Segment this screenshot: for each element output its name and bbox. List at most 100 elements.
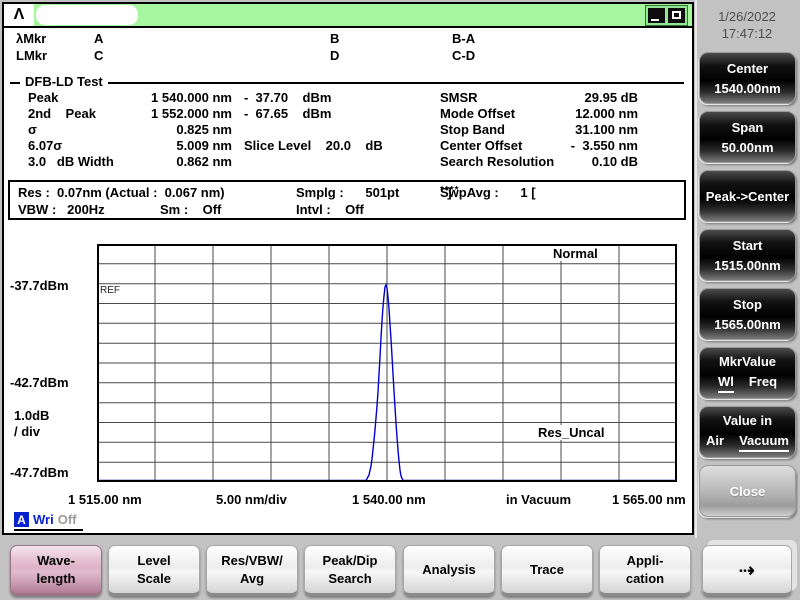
value-in-softkey[interactable]: Value in Air Vacuum — [699, 406, 796, 458]
analysis-group-rule — [10, 82, 684, 84]
minimize-button[interactable] — [648, 8, 665, 23]
measurement-row: Search Resolution 0.10 dB — [440, 154, 650, 169]
tab-peak-dip-search-line1: Peak/Dip — [322, 552, 378, 568]
measurement-row: 3.0 dB Width 0.862 nm — [28, 154, 428, 169]
tab-trace-label: Trace — [530, 561, 564, 577]
tab-res-vbw-avg-line1: Res/VBW/ — [221, 552, 283, 568]
marker-a-label: A — [94, 31, 104, 46]
x-axis-start-wavelength: 1 515.00 nm — [68, 492, 142, 507]
measurement-row: SMSR 29.95 dB — [440, 90, 650, 105]
peak-wavelength-value: 1 540.000 nm — [151, 90, 232, 105]
measurement-row: 2nd Peak 1 552.000 nm - 67.65 dBm — [28, 106, 428, 121]
peak-to-center-label: Peak->Center — [705, 188, 790, 204]
stop-softkey-value: 1565.00nm — [714, 316, 781, 332]
tab-level-scale[interactable]: Level Scale — [108, 545, 200, 596]
stop-softkey-label: Stop — [733, 296, 762, 312]
ref-line-label: REF — [100, 285, 120, 296]
close-softkey[interactable]: Close — [699, 465, 796, 517]
center-softkey-label: Center — [726, 60, 769, 76]
span-softkey[interactable]: Span 50.00nm — [699, 111, 796, 163]
y-axis-mid-level: -42.7dBm — [10, 375, 69, 390]
measurement-row: Peak 1 540.000 nm - 37.70 dBm — [28, 90, 428, 105]
start-softkey[interactable]: Start 1515.00nm — [699, 229, 796, 281]
center-softkey[interactable]: Center 1540.00nm — [699, 52, 796, 104]
osa-screen: { "titlebar": { "logo": "Λ" }, "clock": … — [0, 0, 800, 600]
marker-ba-label: B-A — [452, 31, 476, 46]
marker-cd-label: C-D — [452, 48, 476, 63]
tab-application-line2: cation — [625, 570, 665, 586]
tab-analysis[interactable]: Analysis — [403, 545, 495, 596]
span-softkey-label: Span — [731, 119, 764, 135]
chart-gridlines — [97, 244, 677, 482]
start-softkey-label: Start — [732, 237, 763, 253]
smsr-label: SMSR — [440, 90, 478, 105]
marker-value-softkey[interactable]: MkrValue Wl Freq — [699, 347, 796, 399]
level-marker-label: LMkr — [16, 48, 48, 63]
second-peak-wavelength-value: 1 552.000 nm — [151, 106, 232, 121]
vbw-setting: VBW : 200Hz — [18, 202, 105, 217]
db-width-label: 3.0 dB Width — [28, 154, 114, 169]
trace-status: A Wri Off — [14, 512, 83, 531]
y-axis-scale-unit: / div — [14, 424, 41, 439]
window-titlebar: Λ — [4, 4, 692, 28]
six-sigma-label: 6.07σ — [28, 138, 63, 153]
sidebar-divider — [695, 0, 697, 538]
clock-time: 17:47:12 — [721, 26, 773, 41]
close-softkey-label: Close — [729, 483, 766, 499]
peak-label: Peak — [28, 90, 59, 105]
maximize-button[interactable] — [668, 8, 685, 23]
mode-offset-value: 12.000 nm — [575, 106, 638, 121]
six-sigma-value: 5.009 nm — [176, 138, 232, 153]
marker-c-label: C — [94, 48, 104, 63]
marker-d-label: D — [330, 48, 340, 63]
more-menus-button[interactable]: ⇢ — [702, 545, 792, 596]
minimize-icon — [651, 19, 659, 21]
brand-logo-glyph: Λ — [13, 6, 25, 23]
trace-state: Off — [57, 512, 77, 527]
main-display-panel: Λ λMkr A B B-A LMkr C D C-D DFB-LD Test … — [2, 2, 694, 535]
tab-trace[interactable]: Trace — [501, 545, 593, 596]
smoothing-setting: Sm : Off — [160, 202, 222, 217]
sweep-settings-box: Res : 0.07nm (Actual : 0.067 nm) Smplg :… — [8, 180, 686, 220]
wavelength-marker-label: λMkr — [16, 31, 47, 46]
marker-value-frequency-option[interactable]: Freq — [749, 374, 777, 393]
window-controls — [645, 5, 688, 26]
measurement-row: Mode Offset 12.000 nm — [440, 106, 650, 121]
tab-wavelength-line1: Wave- — [37, 552, 75, 568]
peak-to-center-softkey[interactable]: Peak->Center — [699, 170, 796, 222]
smsr-value: 29.95 dB — [584, 90, 638, 105]
trace-a-badge: A — [14, 512, 29, 527]
trace-write-mode: Wri — [33, 512, 54, 527]
spectrum-chart-canvas — [97, 244, 677, 482]
spectrum-chart — [97, 244, 677, 482]
x-axis-center-wavelength: 1 540.00 nm — [352, 492, 426, 507]
value-in-air-option[interactable]: Air — [706, 433, 724, 452]
tab-level-scale-line1: Level — [137, 552, 171, 568]
second-peak-level-value: - 67.65 dBm — [244, 106, 332, 121]
measurement-row: Center Offset - 3.550 nm — [440, 138, 650, 153]
second-peak-label: 2nd Peak — [28, 106, 96, 121]
interval-setting: Intvl : Off — [296, 202, 364, 217]
center-offset-value: - 3.550 nm — [570, 138, 638, 153]
titlebar-label-area — [36, 5, 138, 25]
brand-logo: Λ — [4, 4, 34, 26]
analysis-group-title: DFB-LD Test — [20, 74, 108, 89]
marker-value-wavelength-option[interactable]: Wl — [717, 374, 734, 393]
tab-res-vbw-avg[interactable]: Res/VBW/ Avg — [206, 545, 298, 596]
marker-value-label: MkrValue — [718, 353, 777, 369]
tab-wavelength[interactable]: Wave- length — [10, 545, 102, 596]
tab-application[interactable]: Appli- cation — [599, 545, 691, 596]
slice-level-value: Slice Level 20.0 dB — [244, 138, 383, 153]
clock: 1/26/2022 17:47:12 — [698, 8, 796, 42]
tab-peak-dip-search[interactable]: Peak/Dip Search — [304, 545, 396, 596]
tab-level-scale-line2: Scale — [137, 570, 171, 586]
sweep-average-suffix: ] — [440, 185, 452, 200]
value-in-vacuum-option[interactable]: Vacuum — [739, 433, 789, 452]
tab-wavelength-line2: length — [36, 570, 76, 586]
tab-application-line1: Appli- — [626, 552, 664, 568]
measurement-row: 6.07σ 5.009 nm Slice Level 20.0 dB — [28, 138, 428, 153]
measurement-row: Stop Band 31.100 nm — [440, 122, 650, 137]
y-axis-bottom-level: -47.7dBm — [10, 465, 69, 480]
res-uncal-badge: Res_Uncal — [535, 425, 608, 440]
stop-softkey[interactable]: Stop 1565.00nm — [699, 288, 796, 340]
